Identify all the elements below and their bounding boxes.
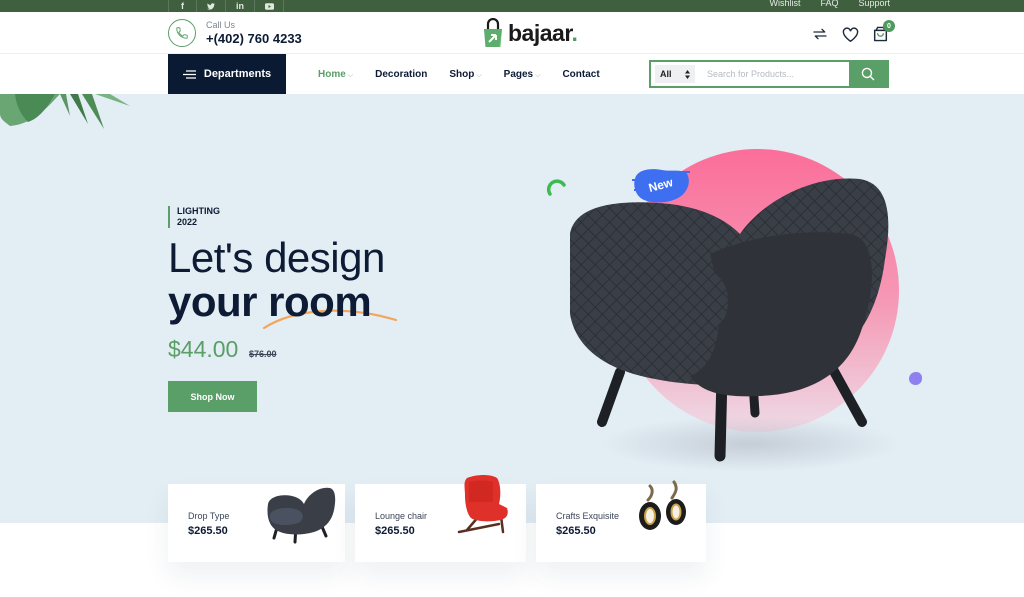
search-button[interactable] <box>849 62 887 86</box>
call-us-label: Call Us <box>206 20 236 30</box>
hero-title-bold: your room <box>168 278 372 325</box>
red-lounge-chair-image <box>457 475 508 534</box>
menu-icon <box>182 69 196 79</box>
product-cards: Drop Type $265.50 Lounge chair $265.50 C… <box>168 475 706 562</box>
search-icon <box>861 67 875 81</box>
nav-item-decoration[interactable]: Decoration <box>375 69 427 80</box>
wishlist-link[interactable]: Wishlist <box>769 0 800 8</box>
phone-icon <box>168 19 196 47</box>
nav-item-label: Shop <box>449 68 475 80</box>
main-nav: Departments Home ⌵ Decoration Shop ⌵ Pages… <box>0 54 1024 94</box>
chevron-down-icon: ⌵ <box>535 71 541 79</box>
hero-price: $44.00 <box>168 336 239 362</box>
heart-icon[interactable] <box>842 26 859 42</box>
header: Call Us +(402) 760 4233 bajaar. 0 <box>0 12 1024 54</box>
hero-title-light: Let's design <box>168 234 385 281</box>
dark-armchair-image <box>267 487 336 544</box>
top-links: Wishlist FAQ Support <box>769 0 890 8</box>
hero-tag-year: 2022 <box>177 217 198 227</box>
top-bar: f in Wishlist FAQ Support <box>0 0 1024 12</box>
product-card[interactable]: Crafts Exquisite $265.50 <box>536 480 706 562</box>
armchair-image <box>570 178 900 472</box>
select-arrows-icon <box>685 69 690 79</box>
nav-item-label: Contact <box>562 68 600 80</box>
faq-link[interactable]: FAQ <box>820 0 838 8</box>
hero-tag-category: LIGHTING <box>177 206 220 216</box>
social-links: f in <box>168 0 284 12</box>
decor-sculpture-image <box>639 480 686 530</box>
youtube-icon[interactable] <box>255 0 284 12</box>
search-bar: All <box>649 60 889 88</box>
linkedin-icon[interactable]: in <box>226 0 255 12</box>
product-price: $265.50 <box>556 525 596 537</box>
logo-dot: . <box>571 19 578 46</box>
category-value: All <box>660 69 672 79</box>
logo[interactable]: bajaar. <box>482 18 578 48</box>
logo-text: bajaar <box>508 19 572 46</box>
product-name: Drop Type <box>188 511 230 521</box>
header-actions: 0 <box>812 20 895 42</box>
category-select[interactable]: All <box>655 65 695 83</box>
nav-item-label: Decoration <box>375 68 428 80</box>
compare-icon[interactable] <box>812 27 828 41</box>
cart-count-badge: 0 <box>883 20 895 32</box>
product-card[interactable]: Lounge chair $265.50 <box>355 475 526 562</box>
hero-tag: LIGHTING 2022 <box>168 206 220 228</box>
leaf-decoration-icon <box>0 94 130 129</box>
cart-button[interactable]: 0 <box>873 20 895 42</box>
new-badge: New <box>632 169 690 203</box>
product-name: Crafts Exquisite <box>556 511 620 521</box>
product-name: Lounge chair <box>375 511 428 521</box>
hero-banner: New LIGHTING 2022 Let's design your room… <box>0 94 1024 523</box>
departments-button[interactable]: Departments <box>168 54 286 94</box>
product-card[interactable]: Drop Type $265.50 <box>168 484 345 562</box>
shop-now-button[interactable]: Shop Now <box>168 381 257 412</box>
twitter-icon[interactable] <box>197 0 226 12</box>
hero-old-price: $76.00 <box>249 349 277 359</box>
departments-label: Departments <box>203 68 272 80</box>
nav-item-pages[interactable]: Pages ⌵ <box>504 69 541 80</box>
chevron-down-icon: ⌵ <box>347 71 354 79</box>
facebook-icon[interactable]: f <box>168 0 197 12</box>
support-link[interactable]: Support <box>858 0 890 8</box>
nav-item-home[interactable]: Home ⌵ <box>318 69 353 80</box>
nav-menu: Home ⌵ Decoration Shop ⌵ Pages ⌵ Contact <box>318 54 600 94</box>
product-price: $265.50 <box>188 525 228 537</box>
shopping-bag-logo-icon <box>484 18 502 47</box>
nav-item-label: Pages <box>503 68 534 80</box>
nav-item-label: Home <box>318 68 346 80</box>
phone-number[interactable]: +(402) 760 4233 <box>206 31 302 46</box>
nav-item-contact[interactable]: Contact <box>562 69 599 80</box>
purple-blob-decoration <box>909 372 922 385</box>
product-price: $265.50 <box>375 525 415 537</box>
chevron-down-icon: ⌵ <box>476 71 482 79</box>
search-input[interactable] <box>699 62 849 86</box>
nav-item-shop[interactable]: Shop ⌵ <box>449 69 481 80</box>
